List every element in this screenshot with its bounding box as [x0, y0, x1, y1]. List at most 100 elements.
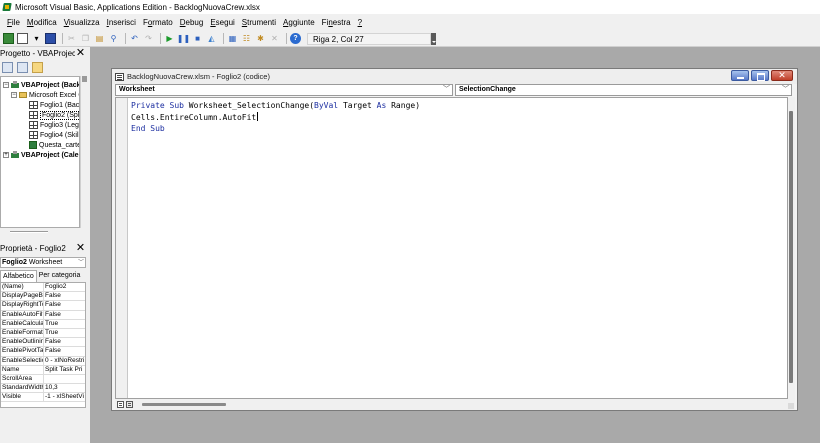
- property-row[interactable]: ScrollArea: [1, 374, 85, 385]
- property-value[interactable]: -1 - xlSheetVi: [44, 393, 85, 401]
- menu-aggiunte[interactable]: Aggiunte: [280, 18, 318, 27]
- procedure-dropdown[interactable]: SelectionChange ﹀: [455, 84, 792, 96]
- menu-inserisci[interactable]: Inserisci: [104, 18, 139, 27]
- property-row[interactable]: DisplayRightTo False: [1, 301, 85, 311]
- redo-icon[interactable]: ↷: [143, 33, 154, 44]
- menu-finestra[interactable]: Finestra: [319, 18, 354, 27]
- view-object-icon[interactable]: [17, 62, 28, 73]
- property-row[interactable]: Visible -1 - xlSheetVi: [1, 393, 85, 403]
- property-row[interactable]: EnablePivotTab False: [1, 347, 85, 357]
- find-icon[interactable]: ⚲: [108, 33, 119, 44]
- scrollbar-thumb[interactable]: [82, 76, 87, 82]
- copy-icon[interactable]: ❐: [80, 33, 91, 44]
- full-module-view-icon[interactable]: [126, 401, 133, 408]
- property-row[interactable]: EnableCalculati True: [1, 319, 85, 329]
- property-value[interactable]: 10,3: [44, 384, 85, 392]
- property-value[interactable]: 0 - xlNoRestri: [44, 357, 85, 365]
- property-row[interactable]: (Name) Foglio2: [1, 283, 85, 293]
- menu-strumenti[interactable]: Strumenti: [239, 18, 279, 27]
- reset-icon[interactable]: ■: [192, 33, 203, 44]
- toggle-folders-icon[interactable]: [32, 62, 43, 73]
- code-token: Cells.EntireColumn.AutoFit: [131, 112, 257, 122]
- menu-visualizza[interactable]: Visualizza: [61, 18, 103, 27]
- code-vertical-scrollbar[interactable]: [788, 97, 795, 399]
- tree-item[interactable]: Foglio4 (Skill: [19, 130, 79, 140]
- restore-button[interactable]: [751, 70, 769, 81]
- object-browser-icon[interactable]: ✱: [255, 33, 266, 44]
- view-code-icon[interactable]: [2, 62, 13, 73]
- property-value[interactable]: False: [44, 301, 85, 309]
- break-icon[interactable]: ❚❚: [177, 33, 190, 44]
- cut-icon[interactable]: ✂: [66, 33, 77, 44]
- code-editor[interactable]: Private Sub Worksheet_SelectionChange(By…: [115, 97, 788, 399]
- property-value[interactable]: True: [44, 320, 85, 328]
- tree-item[interactable]: Foglio3 (Leger: [19, 120, 79, 130]
- menu-formato[interactable]: Formato: [140, 18, 176, 27]
- tree-item[interactable]: − VBAProject (Backlo: [3, 80, 79, 90]
- property-row[interactable]: EnableAutoFilte False: [1, 310, 85, 320]
- close-button[interactable]: [771, 70, 793, 81]
- menu-debug[interactable]: Debug: [177, 18, 207, 27]
- property-value[interactable]: False: [44, 347, 85, 355]
- property-value[interactable]: False: [44, 338, 85, 346]
- tab-categorized[interactable]: Per categoria: [37, 270, 83, 282]
- code-line[interactable]: End Sub: [131, 123, 420, 135]
- tree-item[interactable]: Questa_cartel: [19, 140, 79, 150]
- project-tree[interactable]: −VBAProject (Backlo−Microsoft Excel OgFo…: [0, 76, 80, 228]
- design-mode-icon[interactable]: ◭: [206, 33, 217, 44]
- code-window-titlebar[interactable]: BacklogNuovaCrew.xlsm - Foglio2 (codice): [112, 69, 797, 84]
- collapse-icon[interactable]: −: [3, 82, 9, 88]
- minimize-button[interactable]: [731, 70, 749, 81]
- project-tree-scrollbar[interactable]: [80, 76, 87, 228]
- property-value[interactable]: Foglio2: [44, 283, 85, 291]
- undo-icon[interactable]: ↶: [129, 33, 140, 44]
- toolbar-options-icon[interactable]: [431, 32, 436, 45]
- tree-item[interactable]: Foglio1 (Backl: [19, 100, 79, 110]
- property-value[interactable]: [44, 375, 85, 383]
- view-excel-icon[interactable]: [3, 33, 14, 44]
- expand-icon[interactable]: +: [3, 152, 9, 158]
- procedure-view-icon[interactable]: [117, 401, 124, 408]
- toolbox-icon[interactable]: ✕: [269, 33, 280, 44]
- properties-grid[interactable]: (Name) Foglio2 DisplayPageBre False DisplayR…: [0, 282, 86, 408]
- property-value[interactable]: False: [44, 311, 85, 319]
- tree-item[interactable]: + VBAProject (Calend: [3, 150, 79, 160]
- close-icon[interactable]: ✕: [75, 47, 86, 59]
- property-row[interactable]: EnableFormatC True: [1, 328, 85, 339]
- menu-help[interactable]: ?: [355, 18, 365, 27]
- code-line[interactable]: Private Sub Worksheet_SelectionChange(By…: [131, 100, 420, 112]
- property-row[interactable]: DisplayPageBre False: [1, 292, 85, 302]
- properties-window-icon[interactable]: ☷: [241, 33, 252, 44]
- property-row[interactable]: Name Split Task Pri: [1, 365, 85, 375]
- code-margin[interactable]: [116, 98, 128, 398]
- code-line[interactable]: Cells.EntireColumn.AutoFit: [131, 111, 420, 124]
- help-icon[interactable]: ?: [290, 33, 301, 44]
- run-icon[interactable]: ▶: [164, 33, 175, 44]
- property-row[interactable]: EnableOutlining False: [1, 338, 85, 348]
- tree-item[interactable]: − Microsoft Excel Og: [11, 90, 79, 100]
- tree-item[interactable]: Foglio2 (Split: [19, 110, 79, 120]
- property-value[interactable]: Split Task Pri: [44, 366, 85, 374]
- property-value[interactable]: False: [44, 292, 85, 300]
- collapse-icon[interactable]: −: [11, 92, 17, 98]
- property-row[interactable]: EnableSelection0 - xlNoRestri: [1, 356, 85, 366]
- close-icon[interactable]: ✕: [75, 242, 86, 254]
- menu-modifica[interactable]: Modifica: [24, 18, 60, 27]
- resize-grip-icon[interactable]: [788, 403, 794, 409]
- properties-object-select[interactable]: Foglio2 Worksheet ﹀: [0, 257, 86, 268]
- scrollbar-thumb[interactable]: [789, 111, 793, 383]
- menu-file[interactable]: File: [4, 18, 23, 27]
- save-icon[interactable]: [45, 33, 56, 44]
- paste-icon[interactable]: ▤: [94, 33, 105, 44]
- dropdown-arrow-icon[interactable]: ▾: [31, 33, 42, 44]
- project-explorer-icon[interactable]: ▦: [227, 33, 238, 44]
- menu-esegui[interactable]: Esegui: [207, 18, 237, 27]
- horizontal-scrollbar-thumb[interactable]: [142, 403, 226, 406]
- code-text[interactable]: Private Sub Worksheet_SelectionChange(By…: [131, 100, 420, 135]
- insert-userform-icon[interactable]: [17, 33, 28, 44]
- property-row[interactable]: StandardWidth 10,3: [1, 384, 85, 394]
- tab-alphabetic[interactable]: Alfabetico: [0, 270, 37, 282]
- property-value[interactable]: True: [44, 329, 85, 337]
- object-dropdown[interactable]: Worksheet ﹀: [115, 84, 453, 96]
- panel-splitter[interactable]: [10, 231, 48, 233]
